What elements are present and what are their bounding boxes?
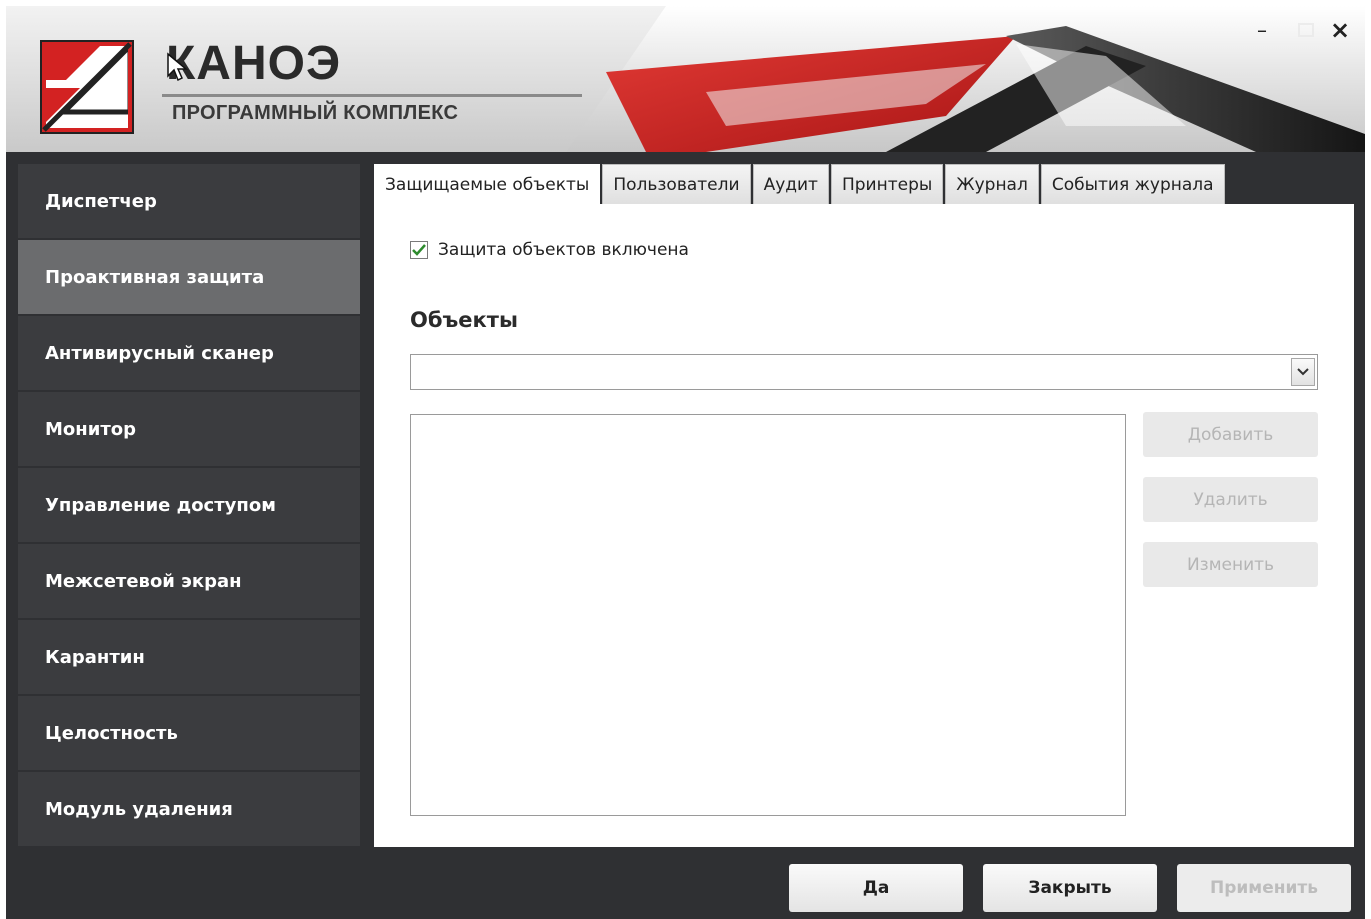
sidebar-item-label: Карантин [45, 646, 145, 668]
sidebar-item-label: Целостность [45, 722, 178, 744]
sidebar-item-label: Модуль удаления [45, 798, 233, 820]
sidebar-item-label: Антивирусный сканер [45, 342, 274, 364]
tab-printers[interactable]: Принтеры [830, 164, 944, 205]
tab-log[interactable]: Журнал [945, 164, 1039, 205]
sidebar-item-access-control[interactable]: Управление доступом [18, 468, 360, 542]
mouse-cursor-icon [167, 52, 188, 82]
title-divider [162, 94, 582, 97]
sidebar-item-antivirus-scanner[interactable]: Антивирусный сканер [18, 316, 360, 390]
maximize-button[interactable] [1292, 16, 1320, 44]
tab-protected-objects[interactable]: Защищаемые объекты [374, 164, 601, 205]
app-subtitle: ПРОГРАММНЫЙ КОМПЛЕКС [172, 102, 459, 124]
tab-bar: Защищаемые объекты Пользователи Аудит Пр… [374, 164, 1227, 205]
sidebar-item-firewall[interactable]: Межсетевой экран [18, 544, 360, 618]
checkmark-icon [412, 244, 426, 256]
sidebar-item-monitor[interactable]: Монитор [18, 392, 360, 466]
close-window-button[interactable]: × [1326, 16, 1354, 44]
combobox-dropdown-button[interactable] [1291, 358, 1315, 386]
maximize-icon [1298, 23, 1314, 37]
chevron-down-icon [1297, 368, 1309, 376]
minimize-icon: – [1257, 18, 1267, 42]
sidebar-item-dispatcher[interactable]: Диспетчер [18, 164, 360, 238]
protection-toggle-row: Защита объектов включена [410, 240, 689, 260]
protection-enabled-checkbox[interactable] [410, 241, 428, 259]
sidebar-item-proactive-protection[interactable]: Проактивная защита [18, 240, 360, 314]
close-icon: × [1329, 16, 1351, 44]
app-title: КАНОЭ [166, 37, 342, 90]
objects-combobox[interactable] [410, 354, 1318, 390]
objects-section-title: Объекты [410, 308, 518, 332]
sidebar-nav: Диспетчер Проактивная защита Антивирусны… [18, 164, 360, 848]
sidebar-item-label: Монитор [45, 418, 137, 440]
sidebar-item-label: Диспетчер [45, 190, 157, 212]
tab-users[interactable]: Пользователи [602, 164, 751, 205]
edit-object-button[interactable]: Изменить [1143, 542, 1318, 587]
tab-audit[interactable]: Аудит [752, 164, 829, 205]
tab-log-events[interactable]: События журнала [1040, 164, 1225, 205]
sidebar-item-label: Проактивная защита [45, 266, 265, 288]
protection-enabled-label: Защита объектов включена [438, 240, 689, 260]
minimize-button[interactable]: – [1248, 16, 1276, 44]
close-button[interactable]: Закрыть [983, 864, 1157, 912]
app-window: КАНОЭ ПРОГРАММНЫЙ КОМПЛЕКС – × Диспетчер… [6, 6, 1365, 919]
sidebar-item-integrity[interactable]: Целостность [18, 696, 360, 770]
sidebar-item-quarantine[interactable]: Карантин [18, 620, 360, 694]
apply-button[interactable]: Применить [1177, 864, 1351, 912]
delete-object-button[interactable]: Удалить [1143, 477, 1318, 522]
kanoe-logo [40, 40, 134, 134]
sidebar-item-removal-module[interactable]: Модуль удаления [18, 772, 360, 846]
sidebar-item-label: Межсетевой экран [45, 570, 242, 592]
add-object-button[interactable]: Добавить [1143, 412, 1318, 457]
app-header: КАНОЭ ПРОГРАММНЫЙ КОМПЛЕКС – × [6, 6, 1365, 152]
ok-button[interactable]: Да [789, 864, 963, 912]
sidebar-item-label: Управление доступом [45, 494, 276, 516]
objects-list[interactable] [410, 414, 1126, 816]
